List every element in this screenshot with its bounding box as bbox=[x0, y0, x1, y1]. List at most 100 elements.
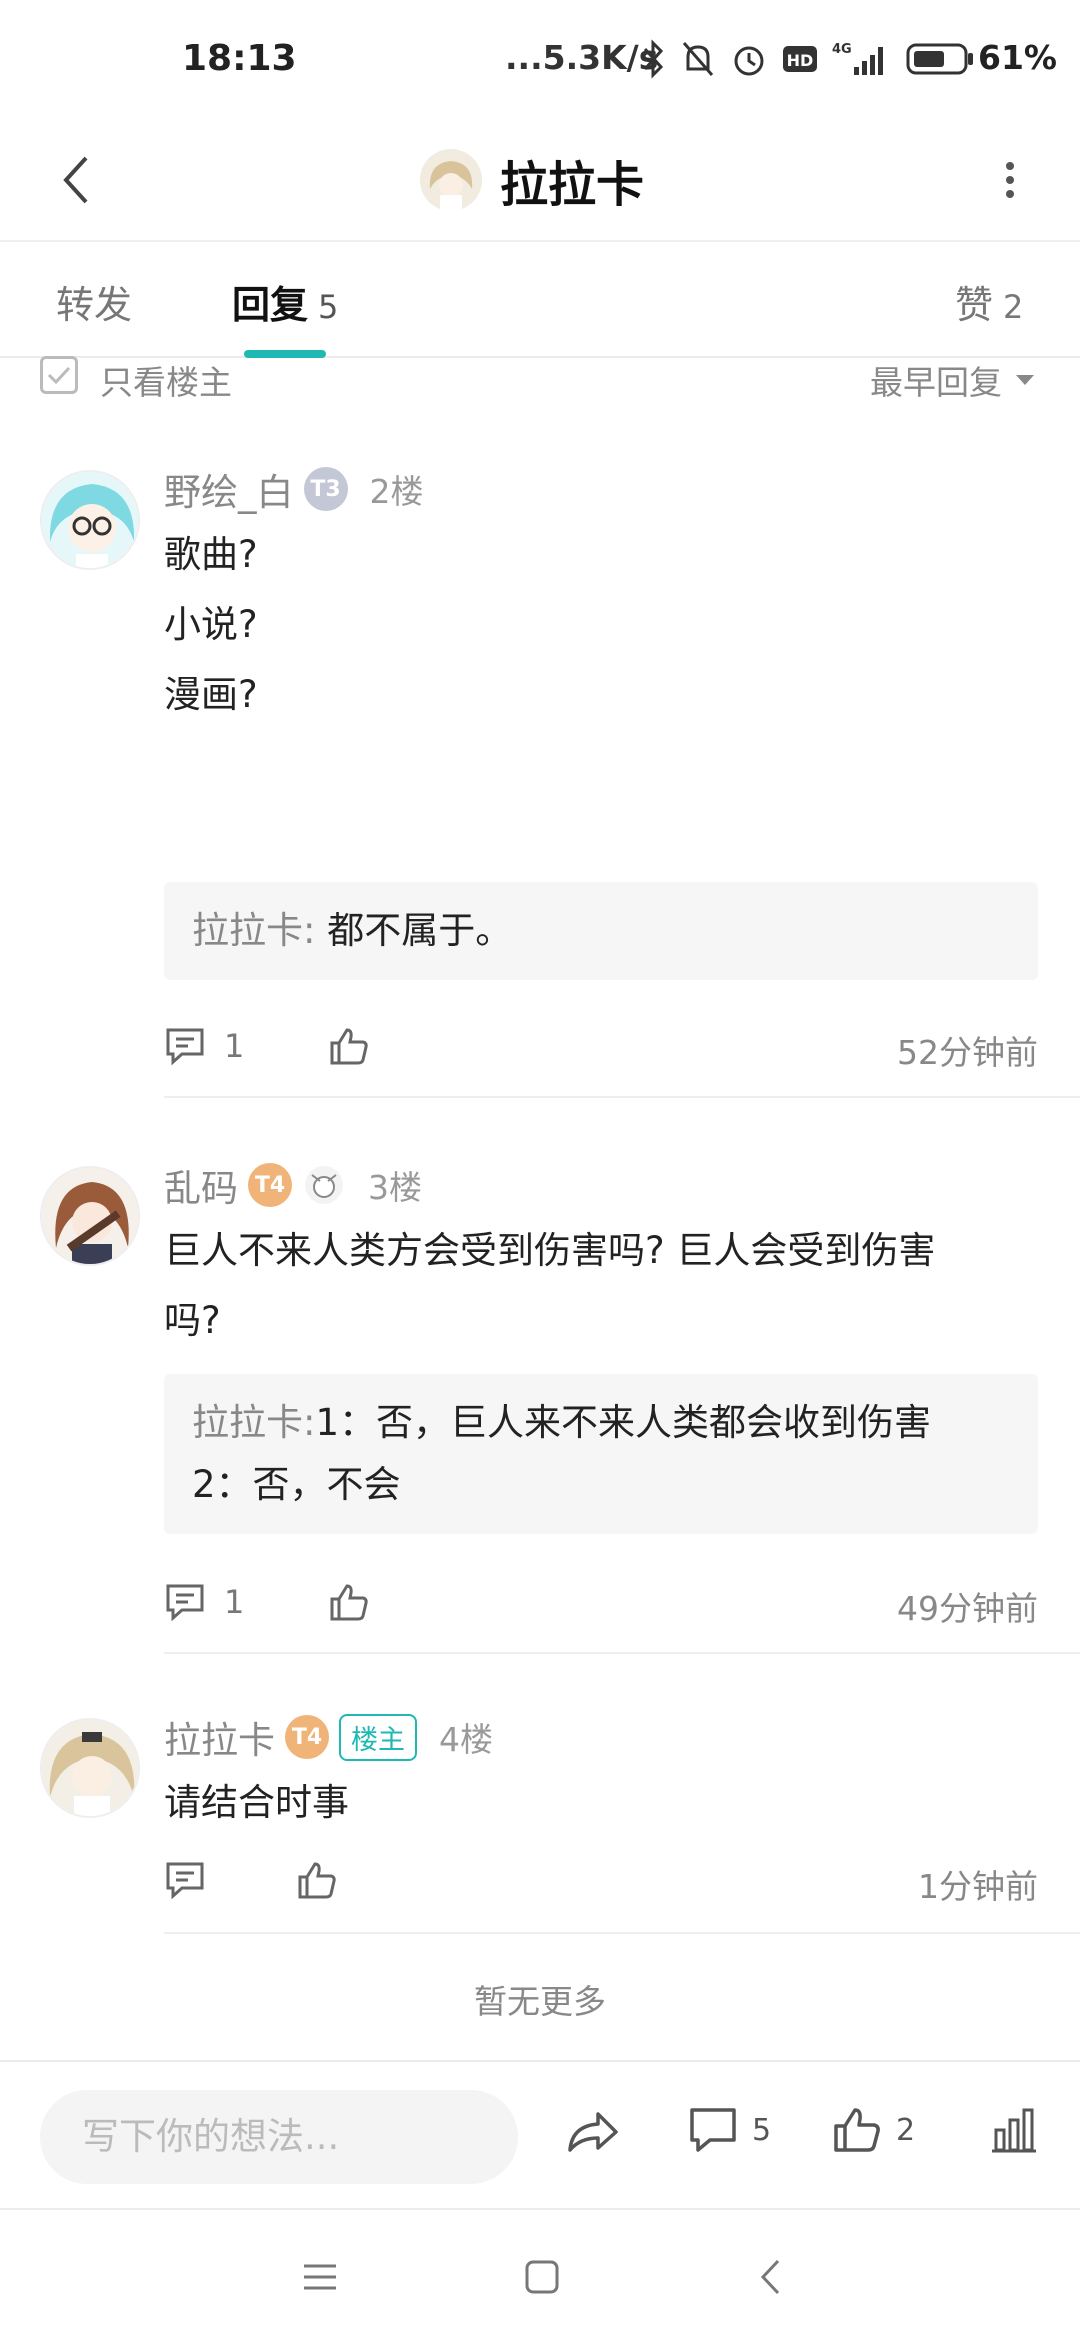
signal-4g-icon: 4G bbox=[832, 42, 883, 75]
chevron-left-icon bbox=[63, 156, 88, 204]
home-nav-button[interactable] bbox=[512, 2252, 572, 2302]
comment-count: 1 bbox=[224, 1583, 245, 1621]
username[interactable]: 拉拉卡 bbox=[164, 1710, 275, 1764]
comments-button[interactable]: 5 bbox=[688, 2106, 771, 2154]
battery-icon bbox=[906, 43, 973, 75]
sub-reply-author[interactable]: 拉拉卡 bbox=[192, 1401, 303, 1444]
no-more-text: 暂无更多 bbox=[474, 1982, 606, 2021]
caret-down-icon bbox=[1016, 375, 1034, 385]
network-speed: ...5.3K/s bbox=[505, 38, 659, 77]
bottom-action-bar: 写下你的想法... 5 2 bbox=[0, 2060, 1080, 2210]
reply-meta: 野绘_白 T3 2楼 bbox=[164, 464, 424, 514]
menu-nav-button[interactable] bbox=[290, 2252, 350, 2302]
divider bbox=[164, 1652, 1080, 1654]
page-title: 拉拉卡 bbox=[500, 157, 645, 213]
username[interactable]: 野绘_白 bbox=[164, 462, 294, 516]
reply-text-line: 漫画? bbox=[164, 673, 258, 716]
mute-icon bbox=[682, 42, 714, 76]
only-op-label[interactable]: 只看楼主 bbox=[100, 356, 232, 404]
reply-text-line: 小说? bbox=[164, 603, 258, 646]
comment-button[interactable]: 1 bbox=[164, 1582, 244, 1622]
thumbs-up-icon bbox=[330, 1028, 368, 1065]
top-bar: 拉拉卡 bbox=[0, 120, 1080, 242]
comment-button[interactable] bbox=[164, 1860, 206, 1900]
back-nav-button[interactable] bbox=[740, 2252, 800, 2302]
comment-total: 5 bbox=[752, 2112, 772, 2148]
tab-reply-count: 5 bbox=[318, 288, 339, 326]
tab-forward[interactable]: 转发 bbox=[56, 274, 132, 329]
status-time: 18:13 bbox=[182, 38, 297, 79]
reply-actions: 1分钟前 bbox=[164, 1854, 1038, 1914]
sub-reply-sep: : bbox=[303, 909, 316, 952]
avatar[interactable] bbox=[40, 470, 140, 570]
status-icons: HD 4G bbox=[640, 36, 976, 82]
share-icon bbox=[568, 2112, 618, 2152]
hd-icon: HD bbox=[783, 46, 817, 72]
svg-text:HD: HD bbox=[787, 51, 814, 70]
divider bbox=[164, 1932, 1080, 1934]
only-op-checkbox[interactable] bbox=[40, 356, 78, 394]
username[interactable]: 乱码 bbox=[164, 1158, 238, 1212]
home-square-icon bbox=[525, 2260, 559, 2294]
sort-label: 最早回复 bbox=[870, 363, 1002, 402]
reply-text-line: 请结合时事 bbox=[164, 1781, 349, 1824]
title-group[interactable]: 拉拉卡 bbox=[420, 130, 644, 230]
avatar[interactable] bbox=[40, 1718, 140, 1818]
floor-number: 4楼 bbox=[439, 1720, 493, 1759]
sub-reply-text: 都不属于。 bbox=[327, 909, 513, 952]
reply-meta: 拉拉卡 T4 楼主 4楼 bbox=[164, 1712, 493, 1762]
battery-percent: 61% bbox=[978, 38, 1057, 77]
share-button[interactable] bbox=[566, 2106, 620, 2156]
alarm-icon bbox=[734, 46, 764, 76]
comment-icon bbox=[166, 1862, 204, 1900]
floor-number: 2楼 bbox=[369, 472, 424, 511]
sub-reply[interactable]: 拉拉卡: 都不属于。 bbox=[164, 882, 1038, 980]
level-badge: T4 bbox=[248, 1163, 292, 1207]
tab-like-count: 2 bbox=[1003, 288, 1024, 326]
system-navigation bbox=[0, 2212, 1080, 2340]
reply-time: 1分钟前 bbox=[918, 1867, 1038, 1906]
more-vertical-icon bbox=[1006, 162, 1014, 198]
tab-bar: 转发 回复 5 赞2 bbox=[0, 244, 1080, 358]
more-button[interactable] bbox=[980, 140, 1040, 220]
svg-text:4G: 4G bbox=[832, 42, 852, 57]
reply-text-line: 吗? bbox=[164, 1299, 221, 1342]
thumbs-up-icon bbox=[330, 1584, 368, 1621]
sub-reply-text: 2：否，不会 bbox=[192, 1463, 401, 1506]
reply-actions: 1 52分钟前 bbox=[164, 1020, 1038, 1080]
like-button[interactable]: 2 bbox=[832, 2106, 915, 2154]
tab-reply[interactable]: 回复 5 bbox=[232, 274, 338, 329]
level-badge: T4 bbox=[285, 1715, 329, 1759]
avatar[interactable] bbox=[420, 149, 482, 211]
avatar[interactable] bbox=[40, 1166, 140, 1266]
like-total: 2 bbox=[896, 2112, 916, 2148]
level-badge: T3 bbox=[303, 467, 348, 511]
comment-icon bbox=[166, 1584, 204, 1622]
sub-reply[interactable]: 拉拉卡:1：否，巨人来不来人类都会收到伤害 2：否，不会 bbox=[164, 1374, 1038, 1534]
like-button[interactable] bbox=[296, 1860, 338, 1904]
comment-icon bbox=[690, 2108, 736, 2152]
reply-time: 49分钟前 bbox=[897, 1589, 1038, 1628]
tab-like-label: 赞 bbox=[955, 283, 994, 327]
reply-text-line: 巨人不来人类方会受到伤害吗? 巨人会受到伤害 bbox=[164, 1229, 936, 1272]
tab-like[interactable]: 赞2 bbox=[955, 274, 1023, 329]
comment-icon bbox=[166, 1028, 204, 1066]
reply-text-line: 歌曲? bbox=[164, 533, 258, 576]
thumbs-up-icon bbox=[834, 2108, 880, 2152]
tab-forward-label: 转发 bbox=[56, 283, 133, 327]
like-button[interactable] bbox=[328, 1026, 370, 1070]
bar-chart-icon bbox=[992, 2108, 1036, 2153]
chevron-left-icon bbox=[760, 2259, 780, 2295]
reply-actions: 1 49分钟前 bbox=[164, 1576, 1038, 1636]
thumbs-up-icon bbox=[298, 1862, 336, 1899]
sort-dropdown[interactable]: 最早回复 bbox=[870, 356, 1036, 404]
comment-input[interactable]: 写下你的想法... bbox=[40, 2090, 518, 2184]
comment-count: 1 bbox=[224, 1027, 245, 1065]
status-bar: 18:13 ...5.3K/s HD 4G 61% bbox=[0, 0, 1080, 120]
back-button[interactable] bbox=[36, 140, 116, 220]
sub-reply-author[interactable]: 拉拉卡 bbox=[192, 909, 303, 952]
like-button[interactable] bbox=[328, 1582, 370, 1626]
stats-button[interactable] bbox=[990, 2106, 1038, 2154]
op-badge: 楼主 bbox=[339, 1713, 417, 1761]
comment-button[interactable]: 1 bbox=[164, 1026, 244, 1066]
